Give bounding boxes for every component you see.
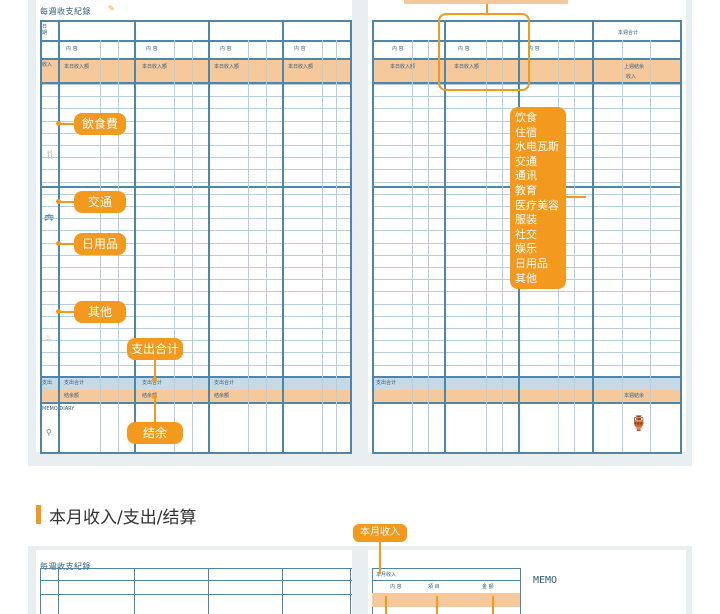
category-item: 其他	[515, 271, 537, 285]
section-accent	[36, 505, 41, 524]
lower-left-page	[36, 550, 352, 614]
left-page-title: 每週收支紀錄	[40, 7, 91, 16]
money-jars-icon: 🏺	[630, 416, 648, 432]
category-item: 住宿	[515, 125, 537, 139]
category-item: 水电瓦斯	[515, 140, 559, 154]
category-list-callout: 饮食 住宿 水电瓦斯 交通 通讯 教育 医疗美容 服装 社交 娱乐 日用品 其他	[510, 107, 566, 289]
whisk-icon: ⚲	[46, 428, 52, 437]
callout-food: 飲食費	[74, 113, 126, 135]
category-item: 日用品	[515, 256, 548, 270]
category-item: 教育	[515, 183, 537, 197]
callout-expense-total: 支出合计	[127, 338, 183, 360]
balance-band	[40, 390, 352, 402]
pencil-icon: ✎	[108, 4, 115, 13]
income-band	[40, 58, 352, 82]
memo-label: MEMO	[533, 575, 558, 586]
planner-spread: 每週收支紀錄 ✎ 日期 内 容 内 容 内 容 内 容 本日收入额 本日收入额 …	[28, 0, 692, 466]
callout-other: 其他	[74, 301, 126, 323]
callout-balance: 结余	[127, 422, 183, 444]
section-title: 本月收入/支出/结算	[49, 508, 197, 528]
category-item: 饮食	[515, 111, 537, 124]
callout-monthly-income: 本月收入	[353, 524, 407, 542]
callout-transport: 交通	[74, 191, 126, 213]
bus-icon: 🚌	[44, 212, 54, 221]
expense-total-band	[40, 376, 352, 390]
income-highlight	[438, 13, 530, 91]
category-item: 社交	[515, 227, 537, 241]
category-item: 交通	[515, 154, 537, 168]
lower-left-title: 每週收支紀錄	[40, 562, 91, 571]
callout-daily-goods: 日用品	[74, 233, 126, 255]
left-page: 每週收支紀錄 ✎ 日期 内 容 内 容 内 容 内 容 本日收入额 本日收入额 …	[36, 0, 352, 454]
category-item: 医疗美容	[515, 198, 559, 212]
category-item: 娱乐	[515, 242, 537, 256]
category-item: 服装	[515, 213, 537, 227]
category-item: 通讯	[515, 169, 537, 183]
